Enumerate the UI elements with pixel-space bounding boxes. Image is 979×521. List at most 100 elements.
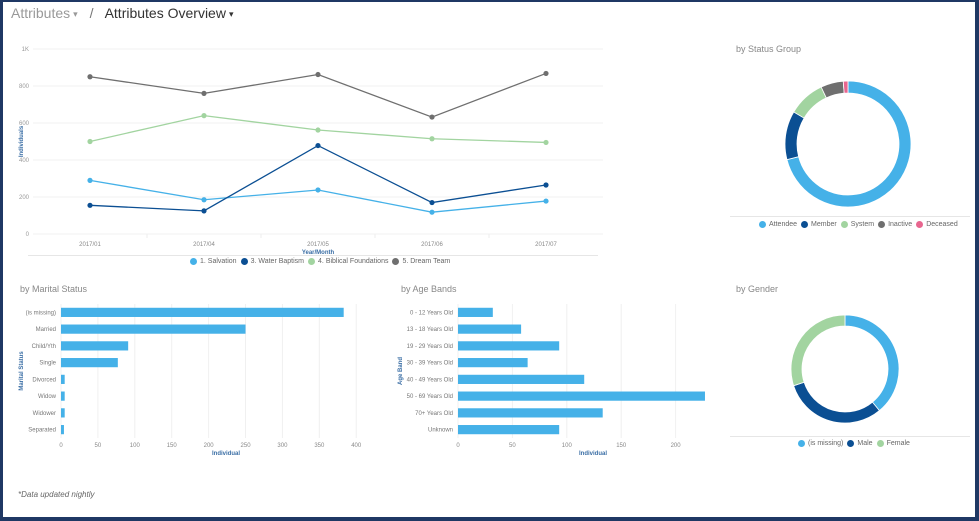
x-tick-label: 0: [59, 443, 63, 449]
legend-label: Inactive: [888, 221, 913, 228]
age-bar-chart: 0 50 100 150 200 0 - 12 Years Old 13 - 18 Year…: [398, 304, 705, 457]
bar: [458, 425, 560, 435]
footer-note: *Data updated nightly: [18, 490, 95, 499]
bar: [458, 324, 522, 334]
data-point: [543, 70, 549, 77]
donut-slice-female: [790, 314, 846, 387]
x-tick-label: 100: [130, 443, 141, 449]
y-tick-label: 70+ Years Old: [415, 411, 453, 417]
caret-down-icon[interactable]: ▾: [73, 9, 78, 19]
y-tick-label: Separated: [28, 428, 56, 434]
legend-item[interactable]: 3. Water Baptism: [240, 258, 304, 265]
x-tick-label: 2017/07: [535, 242, 557, 248]
data-point: [315, 187, 321, 193]
donut-slice-system: [793, 86, 827, 119]
series-line-5-dream-team: [89, 72, 547, 118]
data-point: [543, 182, 549, 188]
legend-item[interactable]: 4. Biblical Foundations: [308, 258, 388, 265]
bar: [61, 425, 64, 435]
legend-swatch-icon: [840, 221, 848, 228]
y-tick-label: 30 - 39 Years Old: [407, 361, 453, 367]
y-tick-label: 400: [19, 158, 30, 164]
legend-item[interactable]: Deceased: [916, 221, 958, 228]
x-tick-label: 350: [314, 443, 325, 449]
legend-label: Male: [857, 440, 873, 447]
legend-label: 4. Biblical Foundations: [318, 258, 389, 265]
donut-slice-male: [793, 381, 880, 424]
legend-swatch-icon: [876, 440, 884, 447]
donut-slice-member: [784, 111, 805, 161]
y-tick-label: 50 - 69 Years Old: [407, 394, 453, 400]
data-point: [87, 202, 93, 208]
legend-item[interactable]: 5. Dream Team: [392, 258, 450, 265]
legend-swatch-icon: [392, 258, 400, 265]
x-tick-label: 200: [671, 443, 682, 449]
y-axis-title: Individuals: [19, 125, 25, 157]
y-tick-label: 19 - 29 Years Old: [407, 344, 453, 350]
dashboard-frame: Attributes ▾ / Attributes Overview ▾ 0 200 4…: [3, 2, 975, 517]
breadcrumb-parent[interactable]: Attributes ▾: [11, 5, 78, 21]
legend-item[interactable]: (is missing): [798, 440, 843, 447]
gender-chart-title: by Gender: [736, 284, 779, 294]
data-point: [87, 74, 93, 80]
legend-label: Attendee: [769, 221, 798, 228]
data-point: [543, 198, 549, 204]
x-tick-label: 2017/01: [79, 242, 101, 248]
legend-item[interactable]: Attendee: [759, 221, 797, 228]
y-tick-label: Unknown: [428, 428, 453, 434]
x-tick-label: 2017/04: [193, 242, 215, 248]
y-tick-label: Widower: [33, 411, 56, 417]
y-tick-label: 800: [19, 84, 30, 90]
gender-donut-chart: [790, 314, 900, 424]
bar: [61, 408, 65, 418]
marital-chart-title: by Marital Status: [20, 284, 88, 294]
x-tick-label: 0: [456, 443, 460, 449]
y-tick-label: Child/Yth: [32, 344, 56, 350]
status-legend-divider: [730, 216, 970, 217]
legend-item[interactable]: System: [840, 221, 874, 228]
data-point: [429, 209, 435, 215]
y-axis-title: Marital Status: [19, 351, 25, 391]
data-point: [87, 138, 93, 145]
y-tick-label: Divorced: [32, 377, 56, 383]
x-tick-label: 50: [509, 443, 516, 449]
data-point: [201, 113, 207, 119]
legend-item[interactable]: 1. Salvation: [190, 258, 237, 265]
data-point: [201, 197, 207, 203]
caret-down-icon[interactable]: ▾: [229, 9, 234, 19]
x-tick-label: 50: [95, 443, 102, 449]
series-line-1-salvation: [89, 179, 547, 213]
x-tick-label: 150: [167, 443, 178, 449]
breadcrumb-current[interactable]: Attributes Overview ▾: [105, 5, 234, 21]
x-axis-title: Individual: [212, 451, 240, 457]
legend-swatch-icon: [308, 258, 316, 265]
gender-legend-divider: [730, 436, 970, 437]
y-tick-label: 1K: [22, 47, 29, 53]
y-tick-label: 0 - 12 Years Old: [410, 310, 453, 316]
legend-swatch-icon: [759, 221, 766, 228]
legend-label: 5. Dream Team: [402, 258, 451, 265]
bar: [61, 391, 65, 401]
x-tick-label: 250: [241, 443, 252, 449]
data-point: [315, 142, 321, 149]
bar: [458, 341, 560, 351]
y-tick-label: Widow: [38, 394, 57, 400]
data-point: [315, 127, 321, 133]
data-point: [543, 139, 549, 146]
legend-swatch-icon: [801, 221, 809, 228]
legend-item[interactable]: Female: [876, 440, 910, 447]
status-chart-title: by Status Group: [736, 44, 802, 54]
legend-swatch-icon: [190, 258, 197, 265]
series-line-3-water-baptism: [89, 144, 547, 212]
bar: [61, 324, 246, 334]
legend-item[interactable]: Inactive: [878, 221, 912, 228]
bar: [458, 374, 585, 384]
legend-swatch-icon: [798, 440, 805, 447]
donut-slice-is-missing: [844, 314, 900, 412]
legend-item[interactable]: Male: [847, 440, 873, 447]
x-tick-label: 400: [351, 443, 362, 449]
legend-swatch-icon: [878, 221, 886, 228]
legend-item[interactable]: Member: [801, 221, 837, 228]
bar: [458, 391, 705, 401]
data-point: [201, 208, 207, 214]
